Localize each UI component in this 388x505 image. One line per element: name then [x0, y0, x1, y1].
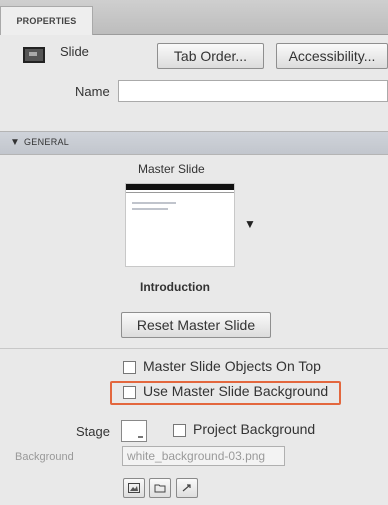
master-objects-on-top-checkbox[interactable]: [123, 361, 136, 374]
thumbnail-text-line: [132, 202, 176, 204]
thumbnail-rule: [126, 192, 234, 193]
expand-icon[interactable]: [176, 478, 198, 498]
general-section-header[interactable]: ▼ GENERAL: [0, 131, 388, 155]
tab-properties[interactable]: PROPERTIES: [0, 6, 93, 35]
slide-icon: [23, 47, 45, 63]
master-slide-thumbnail[interactable]: [125, 183, 235, 267]
panel-tab-bar: PROPERTIES: [0, 0, 388, 35]
general-section-label: GENERAL: [24, 137, 70, 147]
use-master-background-label: Use Master Slide Background: [143, 383, 329, 399]
thumbnail-text-line: [132, 208, 168, 210]
master-objects-on-top-label: Master Slide Objects On Top: [143, 358, 321, 374]
project-background-label: Project Background: [193, 421, 316, 437]
stage-color-swatch[interactable]: [121, 420, 147, 442]
slide-type-label: Slide: [60, 44, 89, 59]
reset-master-slide-button[interactable]: Reset Master Slide: [121, 312, 271, 338]
browse-image-icon[interactable]: [149, 478, 171, 498]
background-image-field: white_background-03.png: [122, 446, 285, 466]
master-slide-name: Introduction: [140, 280, 210, 294]
stage-label: Stage: [76, 424, 110, 439]
name-label: Name: [75, 84, 110, 99]
project-background-checkbox[interactable]: [173, 424, 186, 437]
name-input[interactable]: [118, 80, 388, 102]
accessibility-button[interactable]: Accessibility...: [276, 43, 388, 69]
background-label: Background: [15, 451, 74, 463]
master-slide-dropdown-arrow-icon[interactable]: ▼: [244, 217, 256, 231]
collapse-triangle-icon[interactable]: ▼: [10, 137, 20, 148]
thumbnail-header-bar: [126, 184, 234, 190]
tab-order-button[interactable]: Tab Order...: [157, 43, 264, 69]
edit-image-icon[interactable]: [123, 478, 145, 498]
section-divider: [0, 348, 388, 349]
use-master-background-checkbox[interactable]: [123, 386, 136, 399]
master-slide-label: Master Slide: [138, 162, 205, 176]
